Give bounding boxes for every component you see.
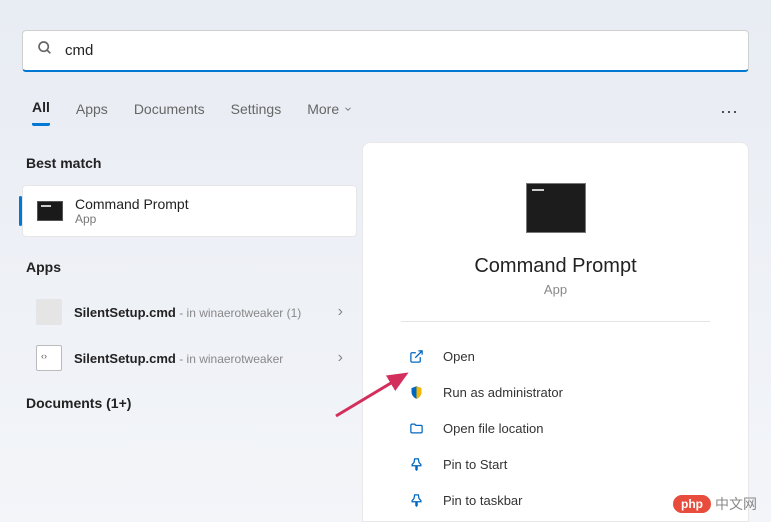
chevron-right-icon: › — [338, 303, 343, 321]
tab-settings[interactable]: Settings — [231, 101, 282, 125]
tab-all[interactable]: All — [32, 99, 50, 126]
preview-subtitle: App — [401, 282, 710, 297]
search-input[interactable] — [65, 42, 734, 59]
action-pin-to-taskbar[interactable]: Pin to taskbar — [401, 482, 710, 518]
best-match-item[interactable]: Command Prompt App — [22, 185, 357, 237]
tab-apps[interactable]: Apps — [76, 101, 108, 125]
action-run-as-admin[interactable]: Run as administrator — [401, 374, 710, 410]
action-label: Pin to Start — [443, 457, 507, 472]
app-item[interactable]: SilentSetup.cmd - in winaerotweaker › — [22, 335, 357, 381]
pin-icon — [407, 455, 425, 473]
cmd-icon — [37, 201, 63, 221]
action-label: Open file location — [443, 421, 543, 436]
search-box[interactable] — [22, 30, 749, 72]
open-icon — [407, 347, 425, 365]
action-pin-to-start[interactable]: Pin to Start — [401, 446, 710, 482]
tab-documents[interactable]: Documents — [134, 101, 205, 125]
app-item-label: SilentSetup.cmd - in winaerotweaker (1) — [74, 305, 326, 320]
action-label: Open — [443, 349, 475, 364]
search-icon — [37, 40, 53, 61]
tab-more[interactable]: More — [307, 101, 353, 125]
section-best-match: Best match — [22, 155, 357, 171]
action-label: Pin to taskbar — [443, 493, 523, 508]
divider — [401, 321, 710, 322]
best-match-title: Command Prompt — [75, 196, 189, 212]
file-icon — [36, 299, 62, 325]
tab-more-label: More — [307, 101, 339, 117]
results-column: Best match Command Prompt App Apps Silen… — [22, 155, 357, 425]
preview-panel: Command Prompt App Open Run as administr… — [362, 142, 749, 522]
app-item-label: SilentSetup.cmd - in winaerotweaker — [74, 351, 326, 366]
overflow-menu[interactable]: ⋯ — [720, 102, 739, 123]
chevron-right-icon: › — [338, 349, 343, 367]
action-label: Run as administrator — [443, 385, 563, 400]
folder-icon — [407, 419, 425, 437]
section-apps: Apps — [22, 259, 357, 275]
watermark-badge: php — [673, 495, 711, 513]
section-documents: Documents (1+) — [22, 395, 357, 411]
best-match-subtitle: App — [75, 212, 189, 226]
shield-icon — [407, 383, 425, 401]
pin-icon — [407, 491, 425, 509]
tabs: All Apps Documents Settings More ⋯ — [32, 99, 739, 126]
action-open-file-location[interactable]: Open file location — [401, 410, 710, 446]
watermark: php 中文网 — [673, 494, 757, 514]
chevron-down-icon — [343, 104, 353, 114]
cmd-icon-large — [526, 183, 586, 233]
preview-title: Command Prompt — [401, 255, 710, 278]
watermark-text: 中文网 — [715, 494, 757, 514]
action-open[interactable]: Open — [401, 338, 710, 374]
app-item[interactable]: SilentSetup.cmd - in winaerotweaker (1) … — [22, 289, 357, 335]
file-icon — [36, 345, 62, 371]
